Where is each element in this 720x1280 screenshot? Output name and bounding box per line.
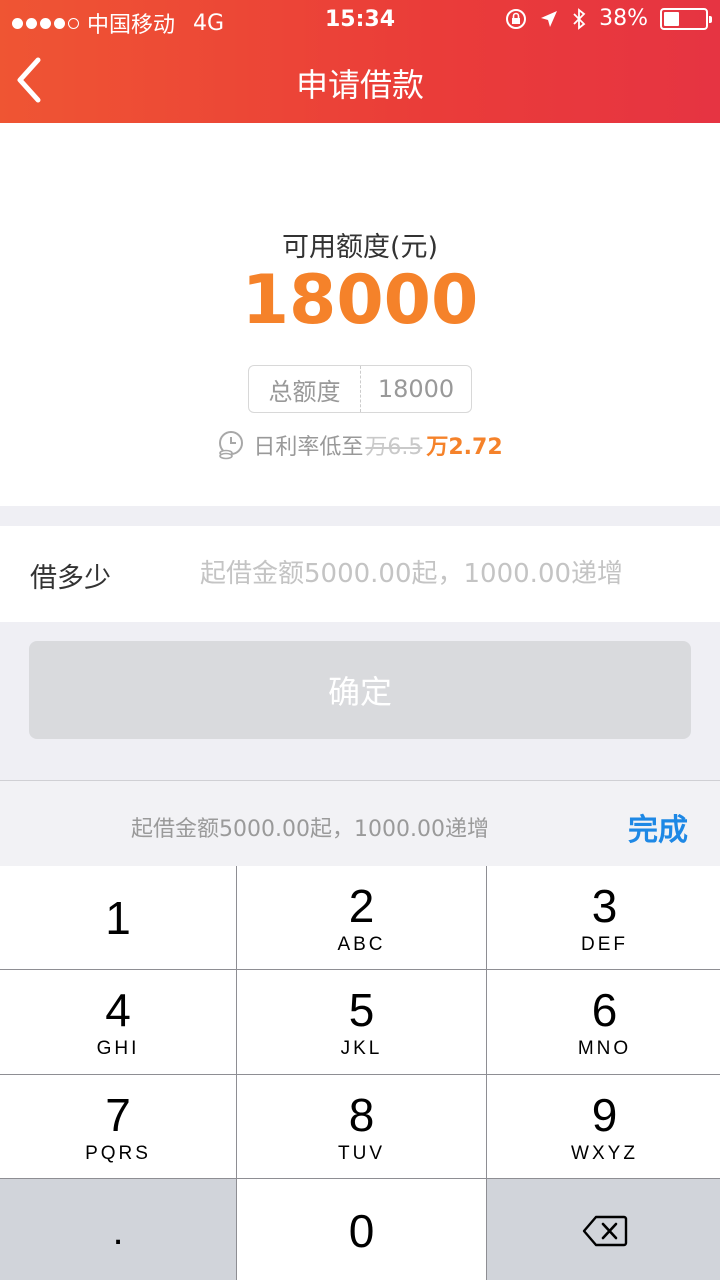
clock-coins-icon — [219, 431, 244, 460]
keyboard-toolbar: 起借金额5000.00起，1000.00递增 完成 — [0, 780, 720, 866]
key-digit: 1 — [105, 891, 131, 944]
status-bar: 中国移动 4G 15:34 38% — [0, 0, 720, 40]
key-decimal[interactable]: . — [0, 1179, 236, 1280]
confirm-button[interactable]: 确定 — [29, 641, 691, 739]
key-2[interactable]: 2 ABC — [237, 866, 486, 969]
key-letters: JKL — [340, 1038, 383, 1059]
key-letters: GHI — [96, 1038, 140, 1059]
key-7[interactable]: 7 PQRS — [0, 1075, 236, 1178]
key-digit: 5 — [348, 984, 375, 1036]
done-button[interactable]: 完成 — [628, 805, 688, 849]
available-quota-label: 可用额度(元) — [281, 232, 439, 263]
rotation-lock-icon — [506, 8, 527, 29]
status-right: 38% — [505, 6, 712, 31]
total-quota-value: 18000 — [377, 375, 455, 403]
key-letters: TUV — [338, 1142, 385, 1164]
key-digit: 2 — [348, 879, 375, 932]
key-4[interactable]: 4 GHI — [0, 970, 236, 1074]
backspace-icon — [582, 1215, 627, 1247]
key-5[interactable]: 5 JKL — [237, 970, 486, 1074]
available-quota-value: 18000 — [241, 261, 479, 340]
key-digit: 0 — [348, 1205, 375, 1257]
total-quota-label: 总额度 — [249, 366, 361, 412]
keyboard-hint: 起借金额5000.00起，1000.00递增 — [131, 817, 489, 842]
key-8[interactable]: 8 TUV — [237, 1075, 486, 1178]
key-letters: MNO — [577, 1038, 632, 1059]
key-3[interactable]: 3 DEF — [487, 866, 720, 969]
battery-percent: 38% — [599, 6, 648, 31]
quota-card: 可用额度(元) 18000 总额度 18000 日利率低至 万6.5 万2.72 — [0, 123, 720, 506]
total-quota-box: 总额度 18000 — [248, 365, 472, 413]
new-rate: 万2.72 — [426, 435, 503, 460]
loan-amount-label: 借多少 — [30, 563, 111, 594]
loan-amount-row: 借多少 — [0, 526, 720, 622]
key-digit: 6 — [591, 984, 618, 1036]
key-digit: 8 — [348, 1088, 375, 1141]
key-6[interactable]: 6 MNO — [487, 970, 720, 1074]
key-digit: 4 — [105, 984, 131, 1036]
key-letters: WXYZ — [571, 1142, 638, 1164]
key-digit: 3 — [591, 879, 618, 932]
numeric-keypad: 1 2 ABC 3 DEF 4 GHI 5 JKL 6 MNO 7 PQRS 8… — [0, 866, 720, 1280]
interest-rate-row: 日利率低至 万6.5 万2.72 — [0, 429, 720, 461]
key-1[interactable]: 1 — [0, 866, 236, 969]
loan-amount-input[interactable] — [200, 548, 700, 600]
rate-prefix: 日利率低至 — [253, 435, 364, 460]
key-digit: 9 — [591, 1088, 618, 1141]
key-9[interactable]: 9 WXYZ — [487, 1075, 720, 1178]
key-backspace[interactable] — [487, 1179, 720, 1280]
page-title: 申请借款 — [295, 66, 424, 104]
bluetooth-icon — [573, 7, 586, 30]
battery-level-fill — [664, 11, 679, 26]
old-rate: 万6.5 — [365, 435, 423, 460]
key-letters: ABC — [337, 933, 386, 955]
key-letters: PQRS — [85, 1142, 151, 1164]
app-header: 中国移动 4G 15:34 38% 申请借款 — [0, 0, 720, 123]
nav-bar: 申请借款 — [0, 40, 720, 123]
key-digit: 7 — [105, 1088, 131, 1141]
key-letters: DEF — [581, 933, 628, 955]
key-digit: . — [112, 1209, 124, 1253]
key-0[interactable]: 0 — [237, 1179, 486, 1280]
battery-icon — [660, 7, 712, 30]
location-arrow-icon — [541, 10, 558, 27]
